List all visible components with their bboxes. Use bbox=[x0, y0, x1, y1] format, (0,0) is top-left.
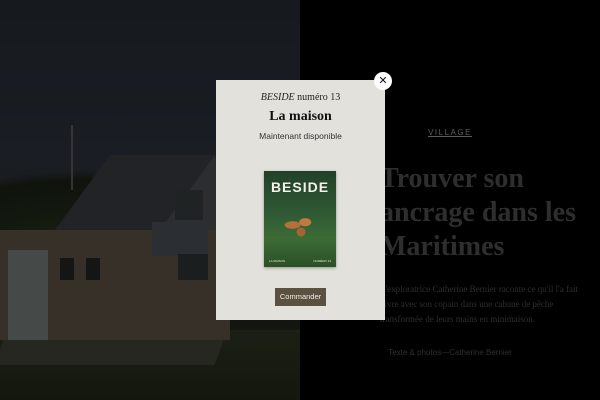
cover-title: BESIDE bbox=[270, 179, 330, 195]
issue-line: BESIDE numéro 13 bbox=[216, 92, 385, 103]
cover-foot-right: NUMÉRO 13 bbox=[313, 259, 331, 263]
cover-deer-image bbox=[280, 211, 322, 239]
promo-modal: BESIDE numéro 13 La maison Maintenant di… bbox=[216, 80, 385, 320]
close-icon[interactable]: ✕ bbox=[374, 72, 392, 90]
modal-title: La maison bbox=[269, 109, 332, 124]
order-button[interactable]: Commander bbox=[275, 288, 326, 306]
cover-footer: LA MAISON NUMÉRO 13 bbox=[264, 259, 336, 263]
issue-number: numéro 13 bbox=[297, 92, 341, 103]
modal-subtitle: Maintenant disponible bbox=[259, 131, 342, 141]
issue-brand: BESIDE bbox=[260, 92, 295, 103]
cover-foot-left: LA MAISON bbox=[269, 259, 286, 263]
magazine-cover[interactable]: BESIDE LA MAISON NUMÉRO 13 bbox=[264, 171, 336, 267]
